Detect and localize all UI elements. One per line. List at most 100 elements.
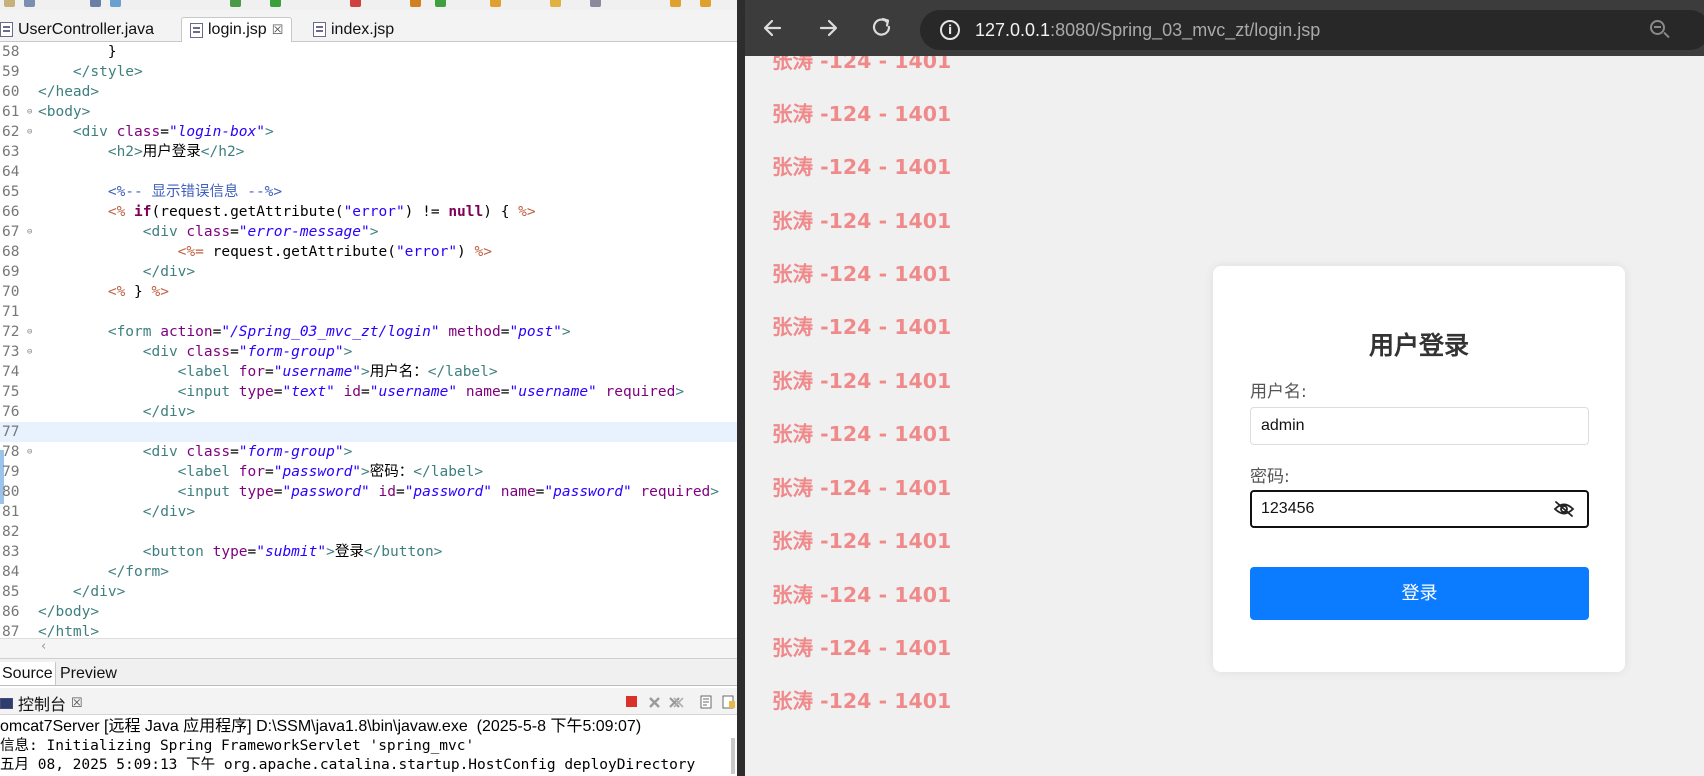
remove-all-icon[interactable]: [668, 694, 684, 708]
login-submit-button[interactable]: 登录: [1250, 567, 1589, 620]
java-file-icon: [0, 22, 13, 37]
eclipse-editor-window: UserController.java login.jsp ☒ index.js…: [0, 0, 737, 776]
toolbar-icon[interactable]: [270, 0, 281, 7]
ide-toolbar: [0, 0, 737, 10]
fold-toggle-icon[interactable]: ⊖: [27, 222, 32, 242]
code-line[interactable]: 61 ⊖ <body>: [0, 102, 737, 122]
code-line[interactable]: 82: [0, 522, 737, 542]
password-input[interactable]: 123456: [1250, 490, 1589, 528]
reload-button[interactable]: [869, 15, 895, 41]
toolbar-icon[interactable]: [700, 0, 711, 7]
code-line[interactable]: 71: [0, 302, 737, 322]
site-info-icon[interactable]: i: [940, 20, 960, 40]
code-line[interactable]: 68 <%= request.getAttribute("error") %>: [0, 242, 737, 262]
url-text[interactable]: 127.0.0.1:8080/Spring_03_mvc_zt/login.js…: [975, 19, 1320, 41]
fold-toggle-icon[interactable]: ⊖: [27, 102, 32, 122]
code-text: }: [38, 44, 117, 60]
line-number: 75: [2, 384, 20, 400]
username-input[interactable]: admin: [1250, 407, 1589, 445]
tab-console[interactable]: 控制台 ☒: [0, 691, 83, 715]
tab-login-jsp[interactable]: login.jsp ☒: [181, 17, 293, 42]
code-line[interactable]: 62 ⊖ <div class="login-box">: [0, 122, 737, 142]
code-text: </div>: [38, 264, 196, 280]
tab-label: index.jsp: [331, 20, 395, 38]
code-line[interactable]: 67 ⊖ <div class="error-message">: [0, 222, 737, 242]
line-number: 84: [2, 564, 20, 580]
console-log-line: 五月 08, 2025 5:09:13 下午 org.apache.catali…: [0, 757, 696, 773]
close-tab-icon[interactable]: ☒: [71, 695, 83, 711]
toolbar-icon[interactable]: [410, 0, 421, 7]
code-line[interactable]: 84 </form>: [0, 562, 737, 582]
console-icon: [0, 697, 13, 709]
code-line[interactable]: 74 <label for="username">用户名：</label>: [0, 362, 737, 382]
scroll-left-icon[interactable]: ‹: [41, 639, 46, 654]
tab-usercontroller-java[interactable]: UserController.java: [0, 17, 162, 42]
watermark-text: 张涛 -124 - 1401: [772, 209, 952, 233]
code-line[interactable]: 63 <h2>用户登录</h2>: [0, 142, 737, 162]
line-number: 68: [2, 244, 20, 260]
toolbar-icon[interactable]: [350, 0, 361, 7]
code-line[interactable]: 60 </head>: [0, 82, 737, 102]
code-text: <label for="username">用户名：</label>: [38, 364, 498, 380]
code-text: <label for="password">密码：</label>: [38, 464, 484, 480]
scroll-lock-icon[interactable]: [700, 694, 713, 709]
code-line[interactable]: 65 <%-- 显示错误信息 --%>: [0, 182, 737, 202]
code-editor[interactable]: 58 } 59 </style> 60 </head> 61 ⊖ <body> 62 ⊖ <di…: [0, 44, 737, 638]
fold-toggle-icon[interactable]: ⊖: [27, 442, 32, 462]
tab-index-jsp[interactable]: index.jsp: [305, 17, 402, 42]
code-line[interactable]: 86 </body>: [0, 602, 737, 622]
code-line[interactable]: 87 </html>: [0, 622, 737, 638]
toolbar-icon[interactable]: [550, 0, 561, 7]
code-line[interactable]: 81 </div>: [0, 502, 737, 522]
code-line[interactable]: 70 <% } %>: [0, 282, 737, 302]
code-line[interactable]: 58 }: [0, 44, 737, 62]
close-tab-icon[interactable]: ☒: [272, 22, 284, 38]
remove-launch-icon[interactable]: [648, 694, 661, 708]
tab-preview[interactable]: Preview: [58, 662, 119, 685]
reload-icon: [872, 17, 891, 36]
code-line[interactable]: 83 <button type="submit">登录</button>: [0, 542, 737, 562]
console-output[interactable]: omcat7Server [远程 Java 应用程序] D:\SSM\java1…: [0, 716, 737, 776]
pin-console-icon[interactable]: [722, 694, 735, 709]
code-text: </head>: [38, 84, 100, 100]
toolbar-icon[interactable]: [230, 0, 241, 7]
toolbar-icon[interactable]: [110, 0, 121, 7]
back-button[interactable]: [760, 15, 786, 41]
toolbar-icon[interactable]: [90, 0, 101, 7]
code-line[interactable]: 73 ⊖ <div class="form-group">: [0, 342, 737, 362]
terminate-icon[interactable]: [626, 696, 637, 707]
toolbar-icon[interactable]: [4, 0, 15, 7]
code-line[interactable]: 72 ⊖ <form action="/Spring_03_mvc_zt/logi…: [0, 322, 737, 342]
console-log-line: 信息: Initializing Spring FrameworkServlet…: [0, 738, 475, 754]
console-scrollbar[interactable]: [731, 738, 735, 774]
code-line[interactable]: 79 <label for="password">密码：</label>: [0, 462, 737, 482]
code-line[interactable]: 59 </style>: [0, 62, 737, 82]
fold-toggle-icon[interactable]: ⊖: [27, 122, 32, 142]
toolbar-icon[interactable]: [24, 0, 35, 7]
hide-password-icon[interactable]: [1553, 500, 1575, 518]
horizontal-scrollbar[interactable]: ‹: [0, 638, 737, 658]
address-bar[interactable]: i 127.0.0.1:8080/Spring_03_mvc_zt/login.…: [920, 10, 1704, 50]
forward-button[interactable]: [815, 15, 841, 41]
watermark-text: 张涛 -124 - 1401: [772, 262, 952, 286]
jsp-file-icon: [313, 22, 326, 37]
watermark-text: 张涛 -124 - 1401: [772, 636, 952, 660]
code-line[interactable]: 85 </div>: [0, 582, 737, 602]
code-text: <button type="submit">登录</button>: [38, 544, 443, 560]
toolbar-icon[interactable]: [590, 0, 601, 7]
toolbar-icon[interactable]: [670, 0, 681, 7]
fold-toggle-icon[interactable]: ⊖: [27, 322, 32, 342]
tab-source[interactable]: Source: [0, 662, 56, 685]
code-line[interactable]: 69 </div>: [0, 262, 737, 282]
code-line[interactable]: 76 </div>: [0, 402, 737, 422]
code-line[interactable]: 64: [0, 162, 737, 182]
code-line[interactable]: 78 ⊖ <div class="form-group">: [0, 442, 737, 462]
code-line[interactable]: 80 <input type="password" id="password" …: [0, 482, 737, 502]
toolbar-icon[interactable]: [490, 0, 501, 7]
code-line[interactable]: 75 <input type="text" id="username" name…: [0, 382, 737, 402]
fold-toggle-icon[interactable]: ⊖: [27, 342, 32, 362]
toolbar-icon[interactable]: [435, 0, 446, 7]
code-line[interactable]: 66 <% if(request.getAttribute("error") !…: [0, 202, 737, 222]
line-number: 85: [2, 584, 20, 600]
code-line[interactable]: 77: [0, 422, 737, 442]
